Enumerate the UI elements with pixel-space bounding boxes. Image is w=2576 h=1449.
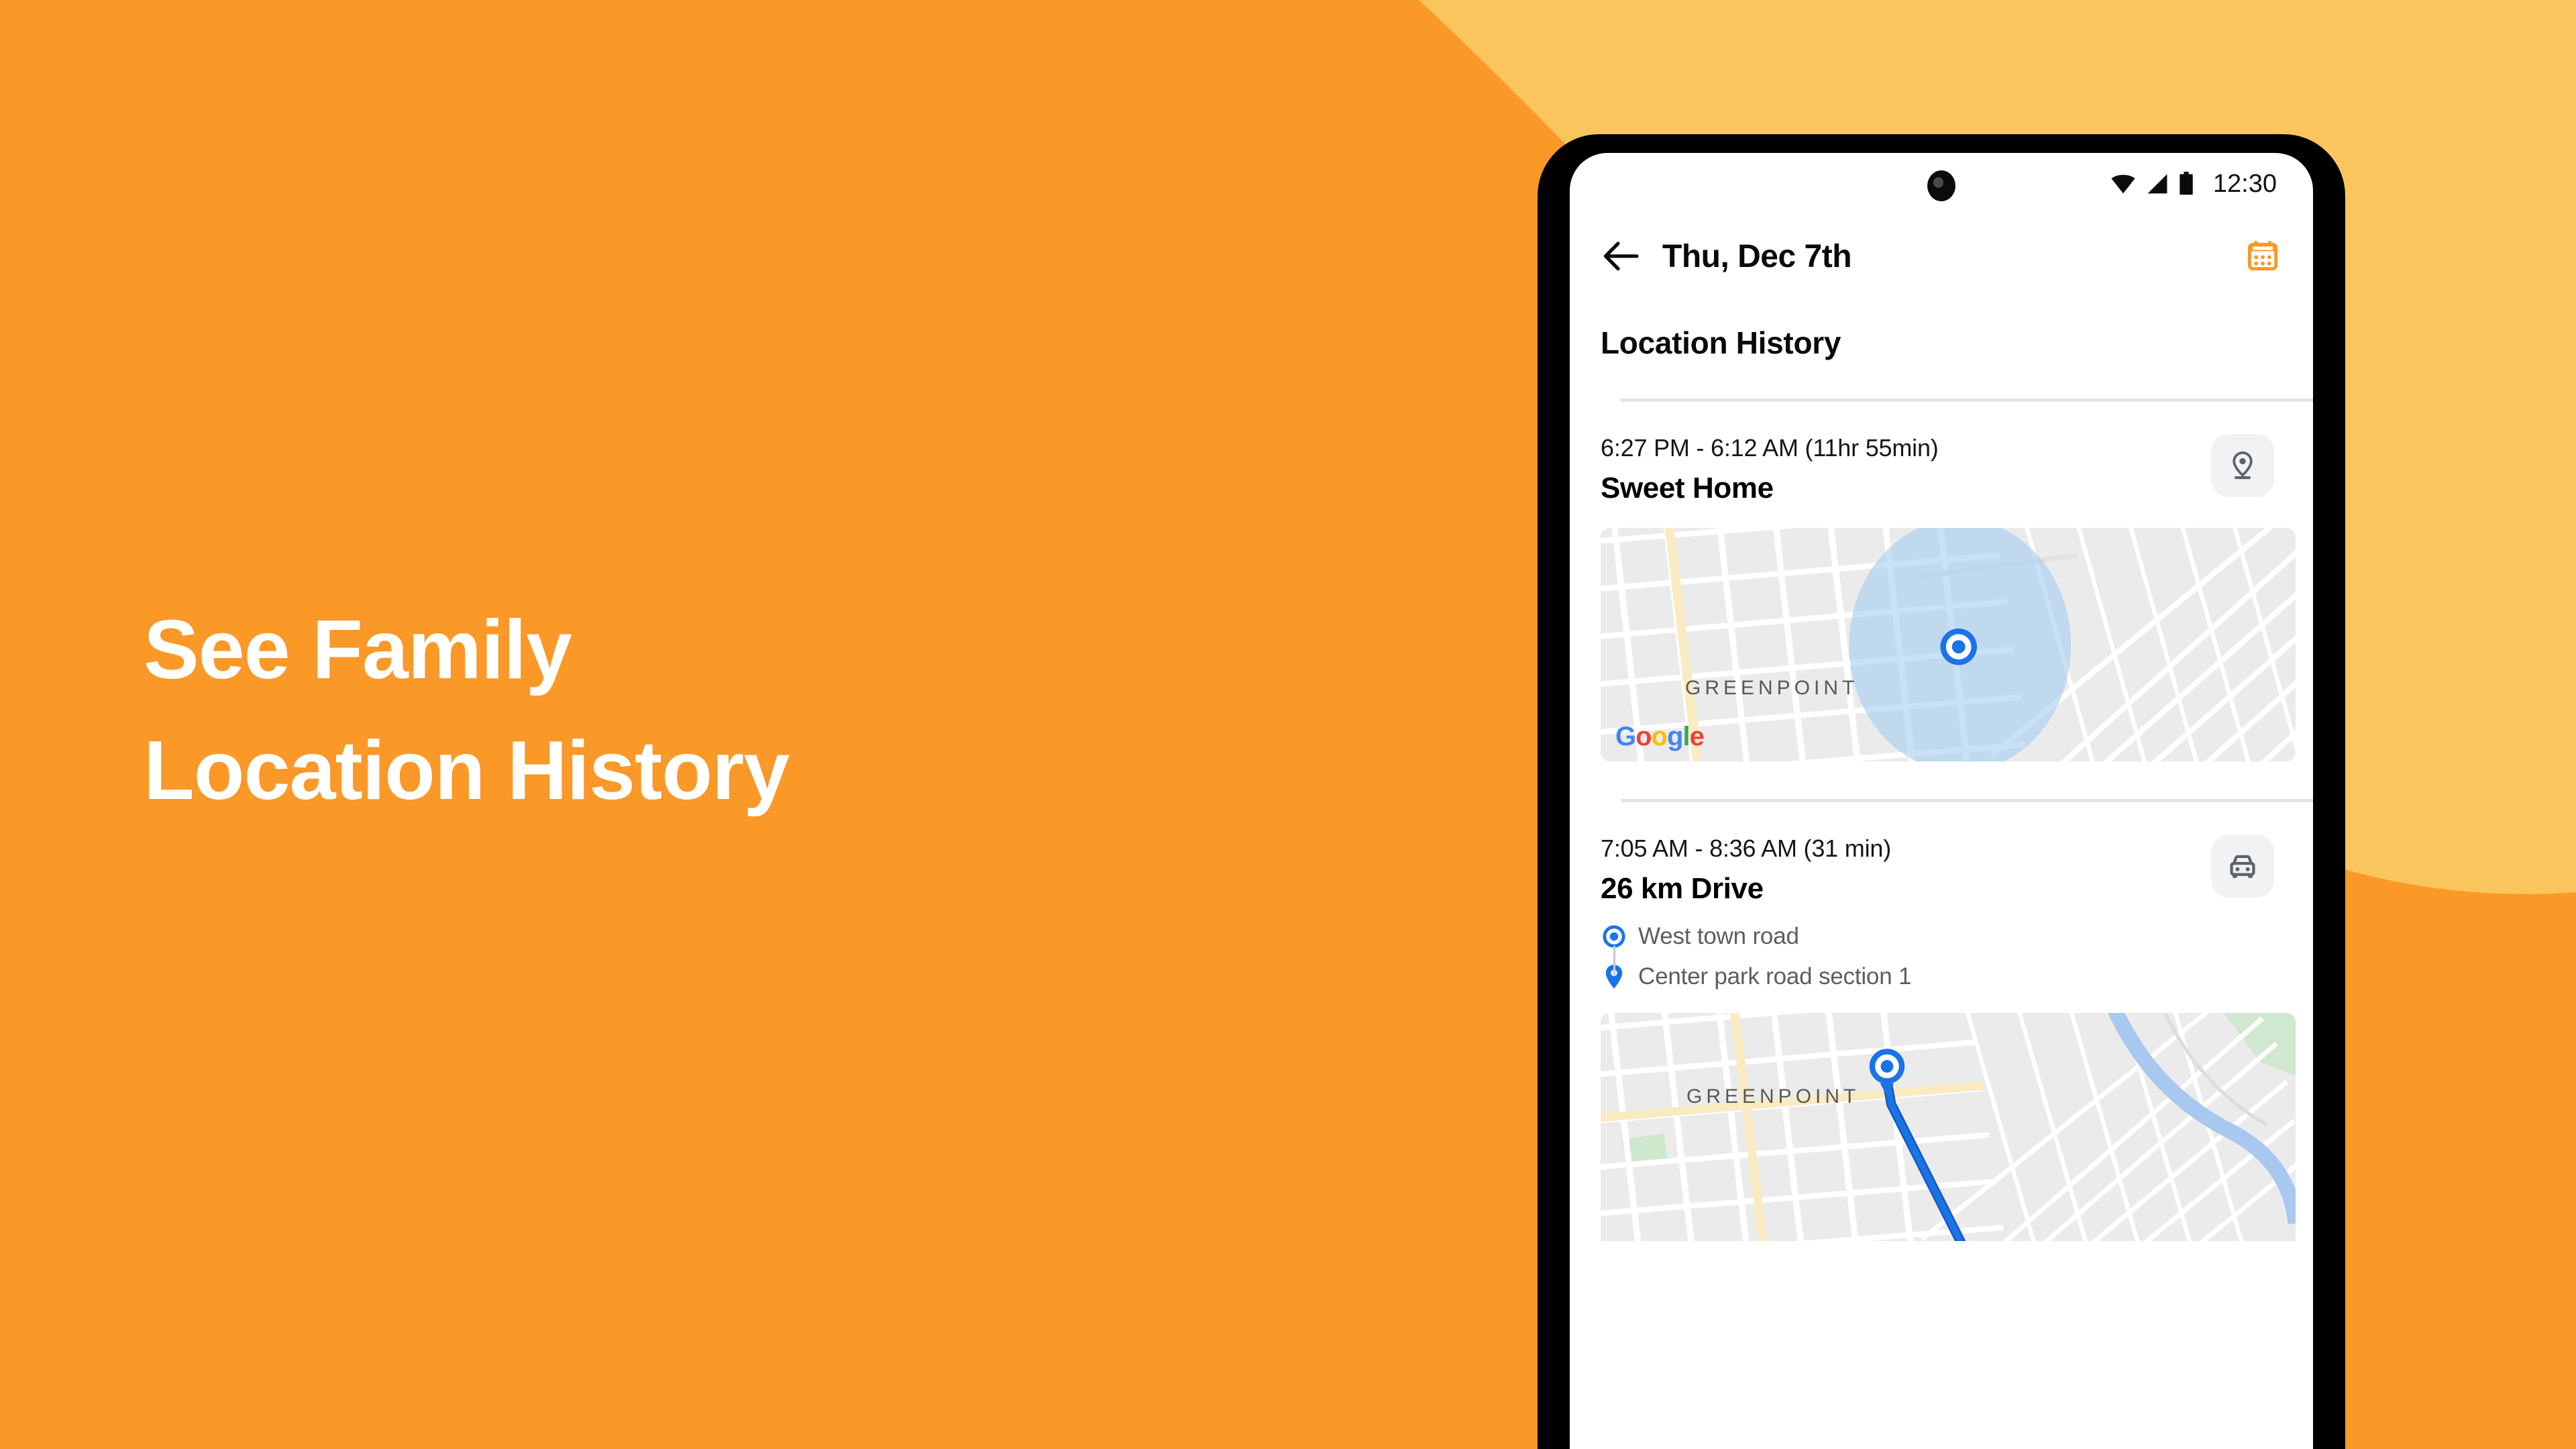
timeline-entry-drive[interactable]: 7:05 AM - 8:36 AM (31 min) 26 km Drive W…	[1570, 802, 2313, 1241]
entry-header: 6:27 PM - 6:12 AM (11hr 55min) Sweet Hom…	[1601, 434, 2313, 505]
status-bar-time: 12:30	[2212, 169, 2277, 198]
route-leg-label: West town road	[1638, 923, 1799, 949]
page-title: Thu, Dec 7th	[1662, 238, 1852, 274]
status-bar: 12:30	[1570, 153, 2313, 215]
battery-icon	[2180, 172, 2193, 195]
timeline-entry-place[interactable]: 6:27 PM - 6:12 AM (11hr 55min) Sweet Hom…	[1570, 402, 2313, 761]
map-canvas-place	[1601, 528, 2296, 761]
punch-hole-camera-icon	[1927, 170, 1955, 201]
section-title: Location History	[1601, 325, 1841, 360]
map-thumbnail-place[interactable]: GREENPOINT Google	[1601, 528, 2296, 761]
calendar-button[interactable]	[2242, 235, 2284, 277]
route-leg-origin: West town road	[1601, 923, 2211, 950]
back-arrow-icon	[1603, 241, 1639, 271]
entry-title: 26 km Drive	[1601, 872, 1764, 905]
entry-text-column: 6:27 PM - 6:12 AM (11hr 55min) Sweet Hom…	[1601, 434, 2211, 505]
app-bar: Thu, Dec 7th	[1570, 215, 2313, 298]
phone-screen: 12:30 Thu, Dec 7th Location History 6:27…	[1570, 153, 2313, 1449]
location-dot-marker	[1940, 628, 1977, 665]
origin-dot-icon	[1603, 925, 1625, 948]
car-icon	[2230, 855, 2255, 878]
marketing-headline: See Family Location History	[144, 590, 1217, 832]
map-canvas-drive	[1601, 1013, 2296, 1241]
entry-title: Sweet Home	[1601, 472, 1774, 504]
headline-line-2: Location History	[144, 724, 790, 817]
route-leg-label: Center park road section 1	[1638, 963, 1912, 989]
entry-text-column: 7:05 AM - 8:36 AM (31 min) 26 km Drive W…	[1601, 835, 2211, 990]
back-button[interactable]	[1601, 235, 1642, 277]
signal-icon	[2147, 174, 2167, 194]
wifi-icon	[2111, 174, 2135, 194]
entry-header: 7:05 AM - 8:36 AM (31 min) 26 km Drive W…	[1601, 835, 2313, 990]
drive-badge-button[interactable]	[2211, 835, 2274, 898]
place-badge-button[interactable]	[2211, 434, 2274, 497]
status-bar-icons: 12:30	[2110, 170, 2277, 199]
google-logo: Google	[1615, 722, 1705, 751]
entry-time-range: 7:05 AM - 8:36 AM (31 min)	[1601, 835, 1891, 862]
map-thumbnail-drive[interactable]: GREENPOINT	[1601, 1013, 2296, 1241]
entry-time-range: 6:27 PM - 6:12 AM (11hr 55min)	[1601, 434, 1939, 462]
route-connector-line	[1613, 946, 1615, 975]
map-area-label: GREENPOINT	[1686, 1085, 1860, 1108]
route-legs: West town road Center park road section …	[1601, 923, 2211, 990]
route-leg-destination: Center park road section 1	[1601, 963, 2211, 990]
place-pin-icon	[2233, 451, 2253, 480]
map-area-label: GREENPOINT	[1685, 677, 1859, 699]
headline-line-1: See Family	[144, 604, 572, 696]
calendar-icon	[2247, 240, 2278, 271]
